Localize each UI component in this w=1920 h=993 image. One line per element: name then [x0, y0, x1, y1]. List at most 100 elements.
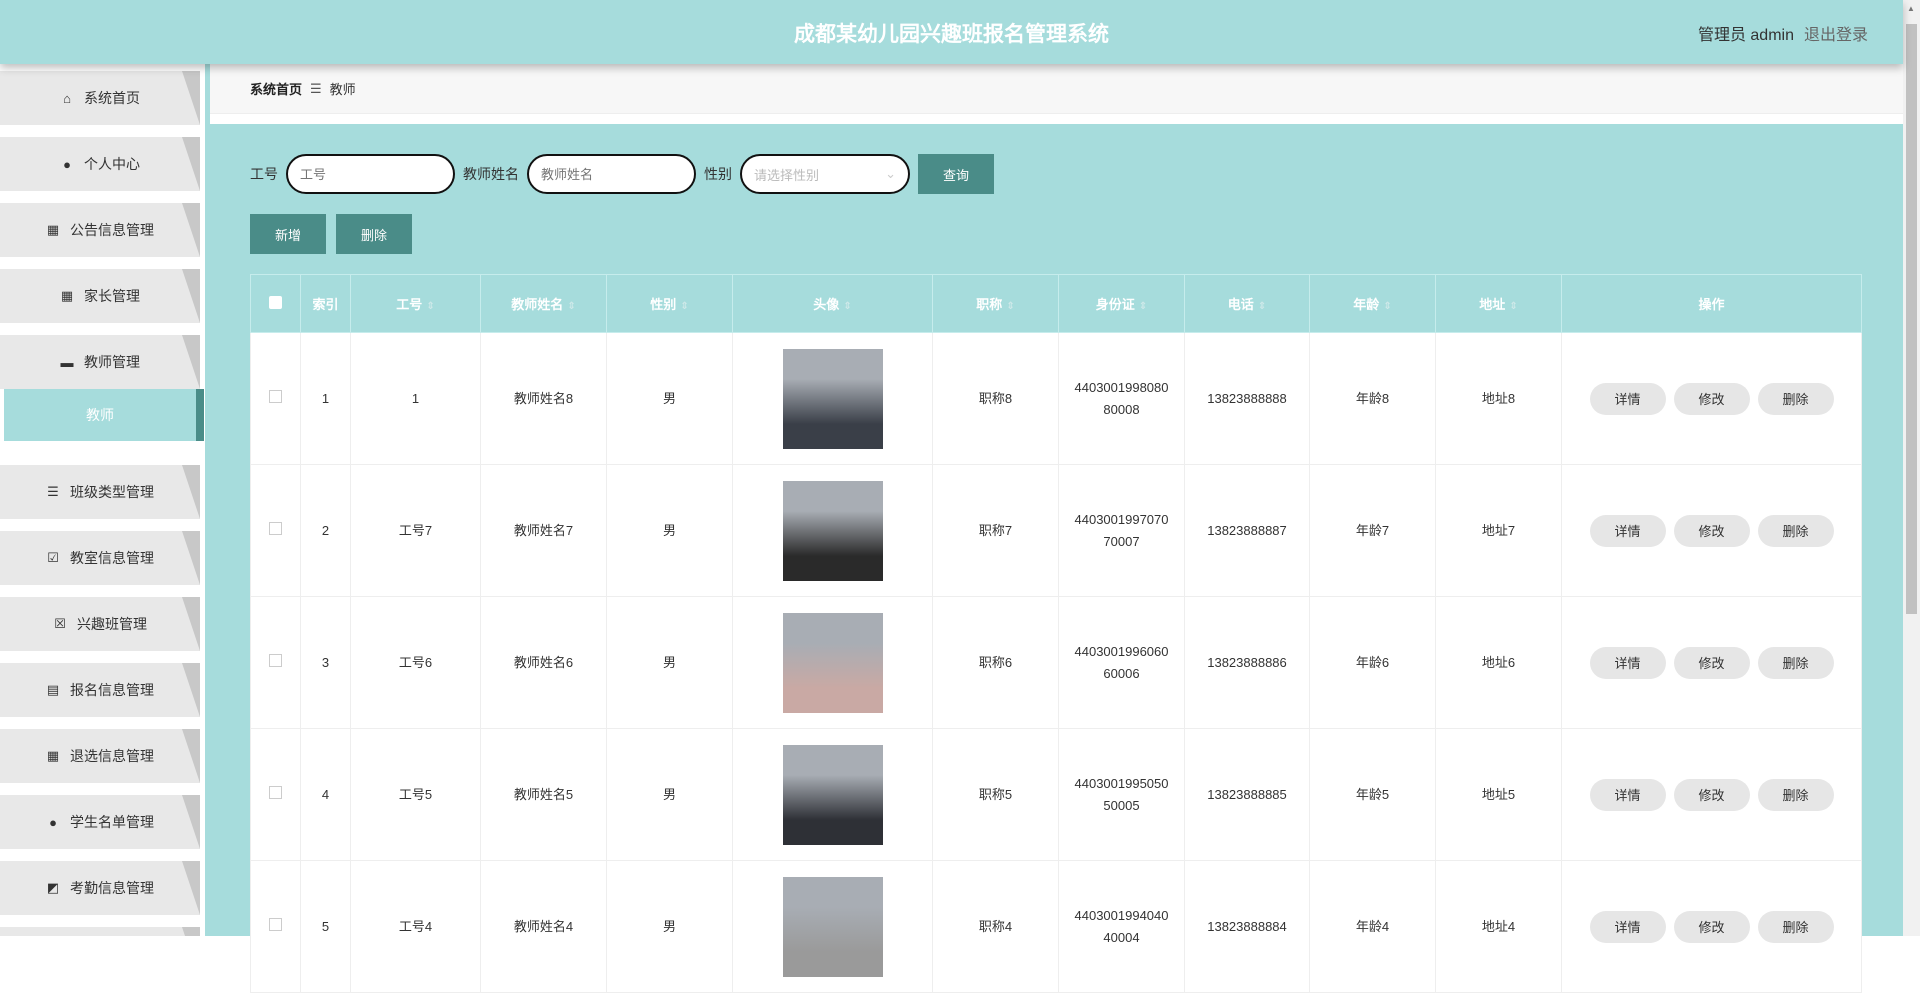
- sidebar-item[interactable]: ◩ 考勤信息管理: [0, 861, 200, 915]
- column-header[interactable]: 性别 ⇕: [606, 274, 733, 333]
- cell-avatar: [732, 332, 933, 465]
- breadcrumb-separator-icon: ☰: [310, 80, 322, 96]
- detail-button[interactable]: 详情: [1589, 514, 1666, 547]
- delete-button[interactable]: 删除: [1757, 382, 1834, 415]
- detail-button[interactable]: 详情: [1589, 646, 1666, 679]
- sidebar-item-label: 公告信息管理: [70, 222, 154, 238]
- cell-index-text: 3: [321, 654, 330, 670]
- sort-icon[interactable]: ⇕: [680, 301, 688, 312]
- cell-addr-text: 地址5: [1481, 786, 1516, 802]
- column-header[interactable]: 电话 ⇕: [1184, 274, 1310, 333]
- sort-icon[interactable]: ⇕: [843, 301, 851, 312]
- column-header[interactable]: 工号 ⇕: [350, 274, 481, 333]
- column-header[interactable]: 职称 ⇕: [932, 274, 1059, 333]
- delete-button[interactable]: 删除: [1757, 778, 1834, 811]
- cell-phone-text: 13823888885: [1207, 786, 1287, 802]
- cell-idcard-text: 440300199505050005: [1074, 775, 1169, 813]
- sidebar-item[interactable]: ▦评价信息管理: [0, 927, 200, 936]
- query-button[interactable]: 查询: [918, 154, 994, 194]
- id-input[interactable]: [286, 154, 455, 194]
- cell-id: 工号6: [350, 596, 481, 729]
- cell-age: 年龄4: [1309, 860, 1436, 993]
- edit-button[interactable]: 修改: [1673, 778, 1750, 811]
- cell-addr: 地址4: [1435, 860, 1562, 993]
- cell-index: 3: [300, 596, 351, 729]
- row-checkbox[interactable]: [269, 917, 282, 931]
- column-header[interactable]: 教师姓名 ⇕: [480, 274, 607, 333]
- cell-ops: 详情 修改 删除: [1561, 464, 1862, 597]
- delete-button[interactable]: 删除: [1757, 646, 1834, 679]
- sidebar-subitem-teacher[interactable]: 教师: [4, 389, 204, 441]
- cell-idcard: 440300199505050005: [1058, 728, 1185, 861]
- name-input[interactable]: [527, 154, 696, 194]
- logout-link[interactable]: 退出登录: [1804, 27, 1868, 44]
- batch-delete-button[interactable]: 删除: [336, 214, 412, 254]
- column-header[interactable]: 身份证 ⇕: [1058, 274, 1185, 333]
- cell-age-text: 年龄6: [1355, 654, 1390, 670]
- edit-button[interactable]: 修改: [1673, 382, 1750, 415]
- detail-button[interactable]: 详情: [1589, 910, 1666, 943]
- cell-avatar: [732, 464, 933, 597]
- sidebar-item[interactable]: ☑ 教室信息管理: [0, 531, 200, 585]
- cell-name-text: 教师姓名5: [513, 786, 574, 802]
- select-all-header[interactable]: [250, 274, 301, 333]
- grid-icon: ▦: [46, 748, 60, 763]
- column-header-label: 电话: [1227, 297, 1254, 312]
- cell-gender: 男: [606, 860, 733, 993]
- cell-avatar: [732, 728, 933, 861]
- row-select[interactable]: [250, 728, 301, 861]
- edit-button[interactable]: 修改: [1673, 910, 1750, 943]
- select-all-checkbox[interactable]: [269, 295, 282, 309]
- scrollbar-thumb[interactable]: [1906, 24, 1917, 614]
- avatar-image: [782, 348, 883, 449]
- scrollbar[interactable]: ▲: [1903, 0, 1920, 936]
- sidebar-item[interactable]: ▦ 退选信息管理: [0, 729, 200, 783]
- column-header-label: 教师姓名: [511, 297, 564, 312]
- sidebar-item[interactable]: ⌂ 系统首页: [0, 71, 200, 125]
- sidebar-item[interactable]: ▬ 教师管理: [0, 335, 200, 389]
- cell-idcard-text: 440300199707070007: [1074, 511, 1169, 549]
- sort-icon[interactable]: ⇕: [1509, 301, 1517, 312]
- name-label: 教师姓名: [463, 166, 519, 182]
- sidebar-item[interactable]: ▦ 公告信息管理: [0, 203, 200, 257]
- column-header[interactable]: 头像 ⇕: [732, 274, 933, 333]
- sort-icon[interactable]: ⇕: [567, 301, 575, 312]
- edit-button[interactable]: 修改: [1673, 646, 1750, 679]
- sort-icon[interactable]: ⇕: [1006, 301, 1014, 312]
- sidebar-item[interactable]: ● 个人中心: [0, 137, 200, 191]
- cell-title-text: 职称6: [978, 654, 1013, 670]
- gender-select[interactable]: 请选择性别 ⌄: [740, 154, 910, 194]
- row-checkbox[interactable]: [269, 653, 282, 667]
- delete-button[interactable]: 删除: [1757, 910, 1834, 943]
- row-checkbox[interactable]: [269, 785, 282, 799]
- cell-idcard-text: 440300199606060006: [1074, 643, 1169, 681]
- row-checkbox[interactable]: [269, 389, 282, 403]
- column-header[interactable]: 地址 ⇕: [1435, 274, 1562, 333]
- delete-button[interactable]: 删除: [1757, 514, 1834, 547]
- scroll-up-icon[interactable]: ▲: [1907, 4, 1915, 13]
- row-select[interactable]: [250, 464, 301, 597]
- edit-button[interactable]: 修改: [1673, 514, 1750, 547]
- sort-icon[interactable]: ⇕: [1383, 301, 1391, 312]
- row-select[interactable]: [250, 860, 301, 993]
- sidebar-item[interactable]: ● 学生名单管理: [0, 795, 200, 849]
- add-button[interactable]: 新增: [250, 214, 326, 254]
- sidebar-item[interactable]: ☰ 班级类型管理: [0, 465, 200, 519]
- cell-idcard: 440300199404040004: [1058, 860, 1185, 993]
- detail-button[interactable]: 详情: [1589, 778, 1666, 811]
- sort-icon[interactable]: ⇕: [426, 301, 434, 312]
- row-select[interactable]: [250, 596, 301, 729]
- sidebar-item[interactable]: ☒ 兴趣班管理: [0, 597, 200, 651]
- sort-icon[interactable]: ⇕: [1258, 301, 1266, 312]
- breadcrumb-home[interactable]: 系统首页: [250, 79, 302, 98]
- cell-name: 教师姓名7: [480, 464, 607, 597]
- cell-age: 年龄7: [1309, 464, 1436, 597]
- row-checkbox[interactable]: [269, 521, 282, 535]
- detail-button[interactable]: 详情: [1589, 382, 1666, 415]
- sidebar-item[interactable]: ▤ 报名信息管理: [0, 663, 200, 717]
- row-select[interactable]: [250, 332, 301, 465]
- cell-addr: 地址6: [1435, 596, 1562, 729]
- sidebar-item[interactable]: ▦ 家长管理: [0, 269, 200, 323]
- column-header[interactable]: 年龄 ⇕: [1309, 274, 1436, 333]
- sort-icon[interactable]: ⇕: [1139, 301, 1147, 312]
